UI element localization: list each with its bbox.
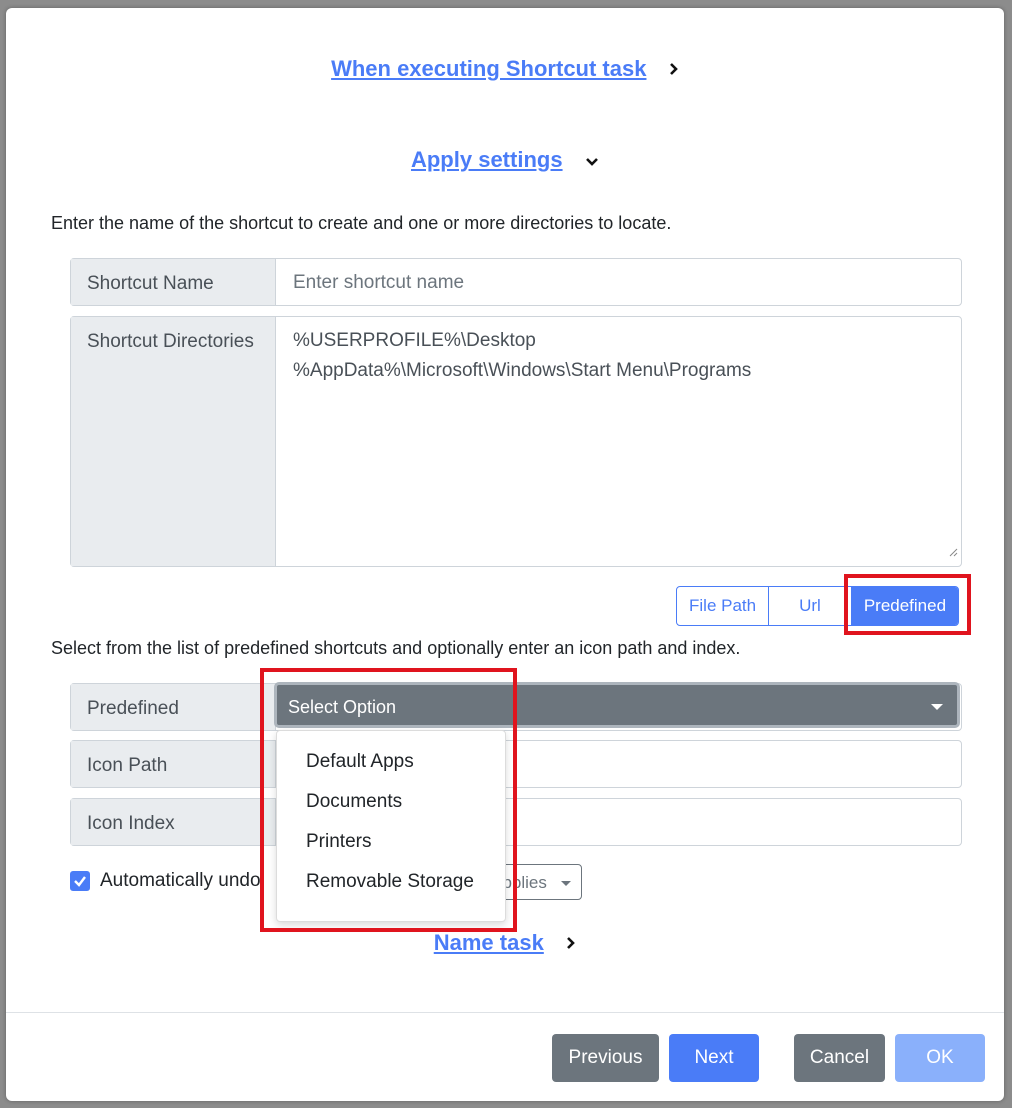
previous-button[interactable]: Previous	[552, 1034, 659, 1082]
caret-down-icon	[931, 704, 943, 710]
shortcut-directories-textarea[interactable]: %USERPROFILE%\Desktop %AppData%\Microsof…	[277, 317, 961, 566]
auto-undo-label: Automatically undo	[100, 870, 261, 891]
check-icon	[74, 876, 86, 887]
shortcut-name-input[interactable]: Enter shortcut name	[277, 259, 961, 305]
cancel-button[interactable]: Cancel	[794, 1034, 885, 1082]
shortcut-name-row: Shortcut Name Enter shortcut name	[70, 258, 962, 306]
predefined-label: Predefined	[71, 684, 276, 730]
task-wizard-dialog: When executing Shortcut task Apply setti…	[6, 8, 1004, 1101]
executing-section-header: When executing Shortcut task	[6, 56, 1004, 82]
shortcut-description: Enter the name of the shortcut to create…	[51, 213, 672, 233]
resize-handle-icon[interactable]	[948, 541, 958, 563]
icon-path-label: Icon Path	[71, 741, 276, 787]
name-task-section-header: Name task	[6, 930, 1004, 956]
caret-down-icon	[561, 881, 571, 886]
footer-divider	[6, 1012, 1004, 1013]
predefined-button-highlight	[844, 574, 971, 635]
shortcut-name-label: Shortcut Name	[71, 259, 276, 305]
predefined-description: Select from the list of predefined short…	[51, 638, 741, 658]
apply-section-link[interactable]: Apply settings	[411, 147, 563, 172]
executing-section-link[interactable]: When executing Shortcut task	[331, 56, 646, 81]
apply-section-header: Apply settings	[6, 147, 1004, 173]
shortcut-directories-label: Shortcut Directories	[71, 317, 276, 566]
shortcut-name-placeholder: Enter shortcut name	[293, 272, 465, 293]
auto-undo-checkbox[interactable]	[70, 871, 90, 891]
shortcut-directories-row: Shortcut Directories %USERPROFILE%\Deskt…	[70, 316, 962, 567]
ok-button[interactable]: OK	[895, 1034, 985, 1082]
dropdown-highlight	[260, 668, 517, 932]
chevron-right-icon[interactable]	[566, 936, 576, 955]
icon-index-label: Icon Index	[71, 799, 276, 845]
name-task-link[interactable]: Name task	[434, 930, 544, 955]
next-button[interactable]: Next	[669, 1034, 759, 1082]
file-path-button[interactable]: File Path	[677, 587, 770, 625]
directory-line: %USERPROFILE%\Desktop	[293, 330, 536, 351]
chevron-down-icon[interactable]	[585, 154, 599, 172]
chevron-right-icon[interactable]	[669, 62, 679, 81]
directory-line: %AppData%\Microsoft\Windows\Start Menu\P…	[293, 360, 752, 381]
url-button[interactable]: Url	[769, 587, 852, 625]
